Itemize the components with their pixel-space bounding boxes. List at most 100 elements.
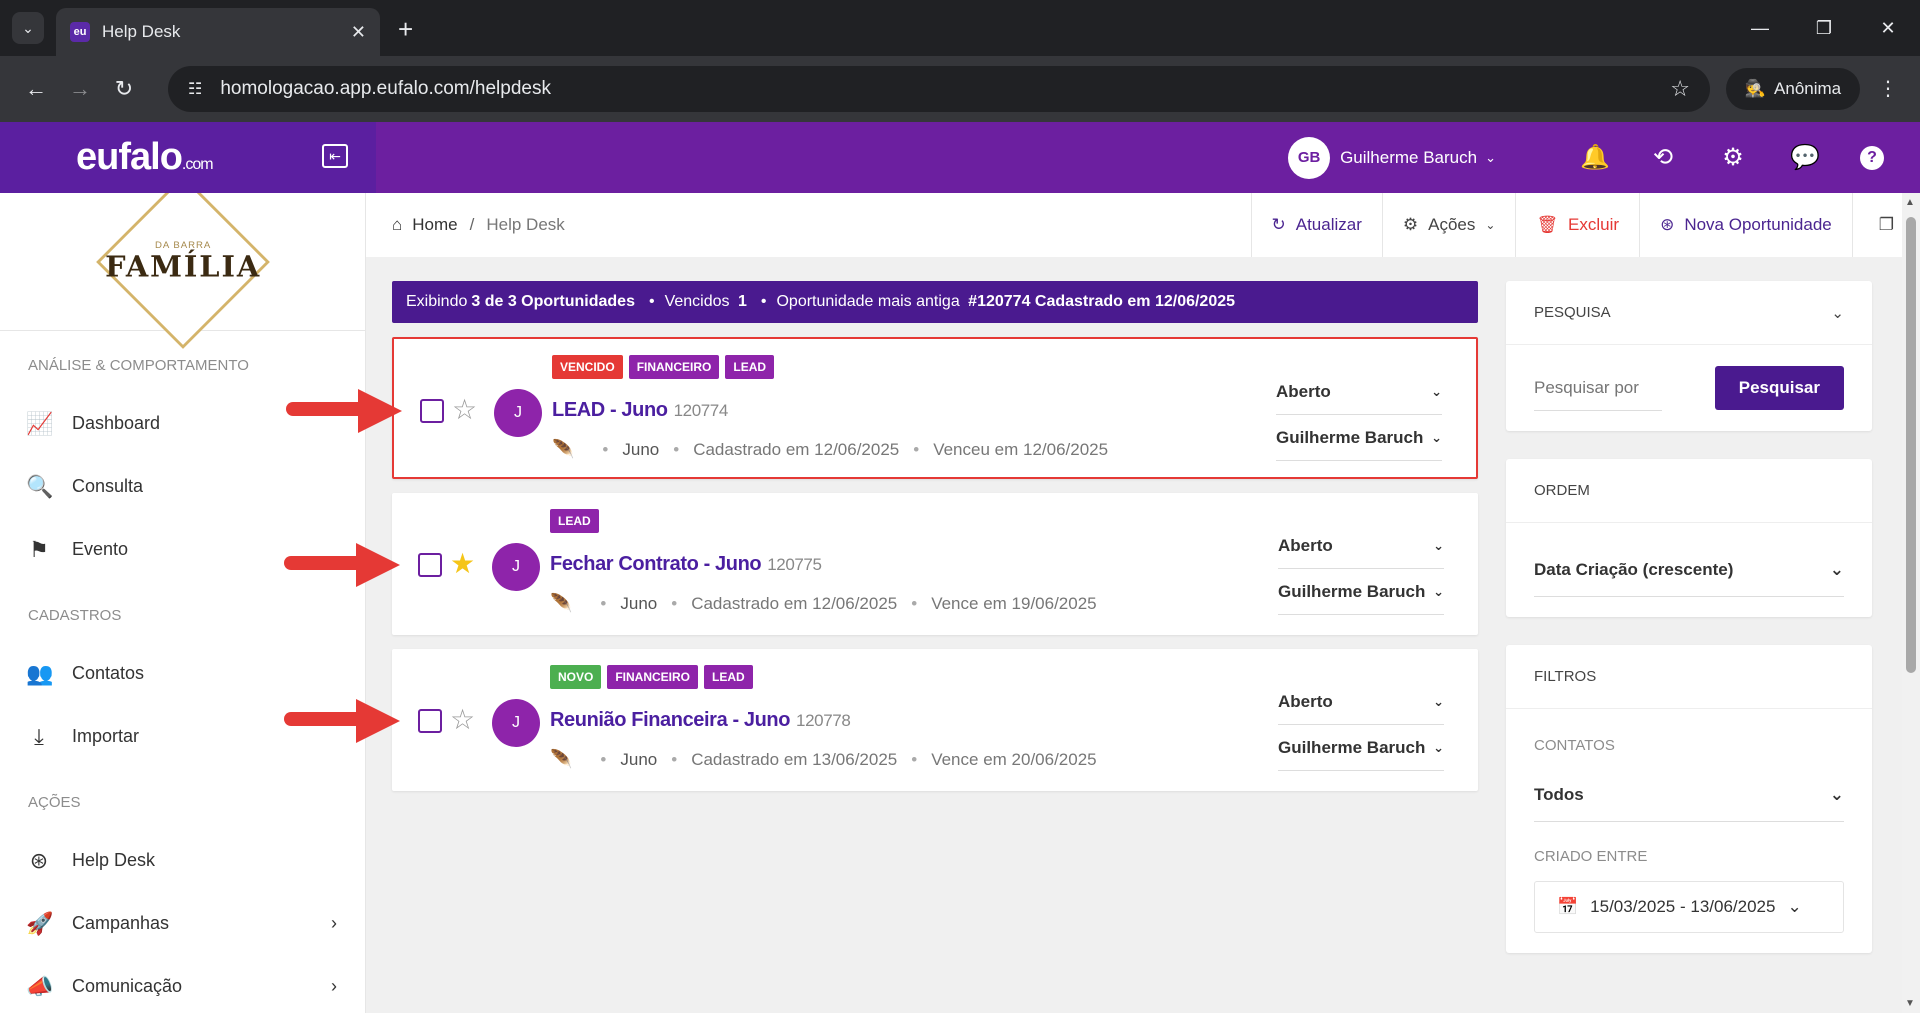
restore-icon[interactable]: ❐ [1792, 0, 1856, 56]
chevron-down-icon: ⌄ [1431, 383, 1442, 399]
select-checkbox[interactable] [418, 709, 442, 733]
chevron-right-icon: › [331, 913, 337, 933]
sidebar-item-comunicacao[interactable]: 📣 Comunicação › [0, 955, 365, 1013]
favorite-star-icon[interactable]: ☆ [452, 393, 477, 426]
brand-big-text: FAMÍLIA [104, 249, 261, 284]
chevron-down-icon: ⌄ [1433, 537, 1444, 553]
opportunity-title[interactable]: LEAD - Juno 120774 [552, 399, 728, 422]
browser-menu-icon[interactable]: ⋮ [1878, 76, 1898, 101]
chart-area-icon: 📈 [26, 410, 54, 436]
favorite-star-icon[interactable]: ☆ [450, 703, 475, 736]
opportunity-title[interactable]: Fechar Contrato - Juno 120775 [550, 553, 822, 576]
address-input[interactable]: ☷ homologacao.app.eufalo.com/helpdesk ☆ [168, 66, 1710, 112]
brand-small-text: DA BARRA [154, 239, 211, 250]
bell-icon[interactable]: 🔔 [1580, 143, 1610, 172]
search-panel: PESQUISA ⌄ Pesquisar [1506, 281, 1872, 431]
toolbar: ⌂ Home / Help Desk ↻ Atualizar ⚙ Ações ⌄… [366, 193, 1920, 257]
forward-icon[interactable]: → [60, 76, 100, 102]
status-badge: VENCIDO [552, 355, 623, 379]
refresh-button[interactable]: ↻ Atualizar [1250, 193, 1382, 257]
assignee-select[interactable]: Guilherme Baruch ⌄ [1276, 415, 1442, 461]
sidebar-item-helpdesk[interactable]: ⊛ Help Desk [0, 829, 365, 892]
contacts-select[interactable]: Todos ⌄ [1534, 768, 1844, 822]
sidebar-item-label: Evento [72, 539, 129, 559]
history-icon[interactable]: ⟲ [1650, 143, 1676, 172]
bookmark-star-icon[interactable]: ☆ [1670, 76, 1690, 102]
close-tab-icon[interactable]: ✕ [351, 22, 366, 43]
brand-logo-box: DA BARRA FAMÍLIA [0, 193, 365, 349]
scroll-thumb[interactable] [1906, 217, 1916, 673]
owner-name: Juno [622, 439, 660, 459]
sidebar-item-consulta[interactable]: 🔍 Consulta [0, 455, 365, 518]
annotation-arrow [284, 699, 402, 743]
sidebar-item-contatos[interactable]: 👥 Contatos [0, 642, 365, 705]
scroll-down-icon[interactable]: ▼ [1905, 998, 1915, 1009]
filters-panel: FILTROS CONTATOS Todos ⌄ CRIADO ENTRE 📅 … [1506, 645, 1872, 953]
app-logo[interactable]: eufalo.com [76, 136, 214, 179]
popout-icon: ❐ [1878, 215, 1894, 234]
favorite-star-icon[interactable]: ★ [450, 547, 475, 580]
opportunity-card[interactable]: ★ J LEAD Fechar Contrato - Juno 120775 🪶 … [284, 493, 1478, 635]
breadcrumb-home[interactable]: Home [412, 215, 457, 235]
search-button[interactable]: Pesquisar [1714, 366, 1844, 410]
opportunity-number: 120778 [796, 711, 851, 730]
new-opportunity-button[interactable]: ⊛ Nova Oportunidade [1639, 193, 1852, 257]
help-icon[interactable]: ? [1860, 145, 1884, 170]
owner-name: Juno [620, 593, 658, 613]
chat-icon[interactable]: 💬 [1790, 143, 1820, 172]
header-bar: GB Guilherme Baruch ⌄ 🔔 ⟲ ⚙ 💬 ? [376, 122, 1920, 193]
feather-icon: 🪶 [550, 749, 573, 769]
select-checkbox[interactable] [418, 553, 442, 577]
search-panel-header[interactable]: PESQUISA ⌄ [1506, 281, 1872, 345]
assignee-select[interactable]: Guilherme Baruch ⌄ [1278, 569, 1444, 615]
new-tab-icon[interactable]: + [398, 14, 413, 45]
site-info-icon[interactable]: ☷ [188, 79, 202, 99]
gear-icon[interactable]: ⚙ [1720, 143, 1746, 172]
actions-button[interactable]: ⚙ Ações ⌄ [1381, 193, 1516, 257]
opportunity-card[interactable]: ☆ J NOVO FINANCEIRO LEAD Reunião Financeir… [284, 649, 1478, 791]
browser-tab[interactable]: eu Help Desk ✕ [56, 8, 380, 56]
reload-icon[interactable]: ↻ [104, 76, 144, 102]
opportunity-card[interactable]: ☆ J VENCIDO FINANCEIRO LEAD LEAD - Juno 120… [286, 337, 1478, 479]
badge-group: VENCIDO FINANCEIRO LEAD [552, 355, 775, 379]
opportunity-title[interactable]: Reunião Financeira - Juno 120778 [550, 709, 851, 732]
page-scrollbar[interactable]: ▲ ▼ [1902, 193, 1920, 1013]
collapse-sidebar-icon[interactable]: ⇤ [322, 144, 348, 168]
annotation-arrow [284, 543, 402, 587]
tab-search-icon[interactable]: ⌄ [12, 12, 44, 44]
order-select[interactable]: Data Criação (crescente) ⌄ [1534, 543, 1844, 597]
assignee-select[interactable]: Guilherme Baruch ⌄ [1278, 725, 1444, 771]
owner-name: Juno [620, 749, 658, 769]
sidebar-section-acoes: AÇÕES [28, 794, 81, 811]
back-icon[interactable]: ← [16, 76, 56, 102]
select-checkbox[interactable] [420, 399, 444, 423]
summary-bar: Exibindo 3 de 3 Oportunidades • Vencidos 1… [392, 281, 1478, 323]
order-panel: ORDEM Data Criação (crescente) ⌄ [1506, 459, 1872, 617]
filters-panel-header: FILTROS [1506, 645, 1872, 709]
avatar: J [492, 543, 540, 591]
search-icon: 🔍 [26, 473, 54, 499]
close-window-icon[interactable]: ✕ [1856, 0, 1920, 56]
tab-title: Help Desk [102, 22, 181, 41]
search-input[interactable] [1534, 365, 1662, 411]
brand-logo: DA BARRA FAMÍLIA [95, 193, 270, 349]
chevron-down-icon: ⌄ [1829, 784, 1844, 804]
incognito-icon: 🕵 [1744, 79, 1767, 98]
status-badge: LEAD [725, 355, 775, 379]
scroll-up-icon[interactable]: ▲ [1905, 197, 1915, 208]
sidebar-item-campanhas[interactable]: 🚀 Campanhas › [0, 892, 365, 955]
avatar: J [492, 699, 540, 747]
browser-tabbar: ⌄ eu Help Desk ✕ + — ❐ ✕ [0, 0, 1920, 56]
status-select[interactable]: Aberto ⌄ [1278, 523, 1444, 569]
chevron-down-icon: ⌄ [1829, 559, 1844, 579]
status-select[interactable]: Aberto ⌄ [1276, 369, 1442, 415]
date-range-picker[interactable]: 📅 15/03/2025 - 13/06/2025 ⌄ [1534, 881, 1844, 933]
status-select[interactable]: Aberto ⌄ [1278, 679, 1444, 725]
delete-button[interactable]: 🗑 Excluir [1515, 193, 1639, 257]
lifebuoy-icon: ⊛ [1660, 215, 1675, 234]
status-badge: FINANCEIRO [607, 665, 699, 689]
minimize-icon[interactable]: — [1728, 0, 1792, 56]
user-menu[interactable]: GB Guilherme Baruch ⌄ [1288, 136, 1496, 179]
chevron-right-icon: › [331, 976, 337, 996]
incognito-badge[interactable]: 🕵 Anônima [1726, 68, 1860, 110]
